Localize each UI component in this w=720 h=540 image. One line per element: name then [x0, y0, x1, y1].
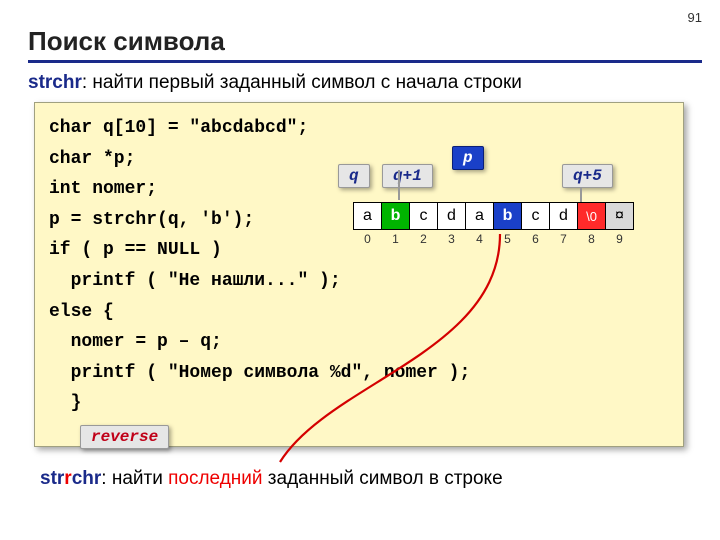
- cell-7: d: [549, 202, 578, 230]
- label-q-plus-1: q+1: [382, 164, 433, 188]
- q1-callout-tail: [398, 170, 400, 200]
- page-number: 91: [688, 10, 702, 25]
- code-block: char q[10] = "abcdabcd"; char *p; int no…: [34, 102, 684, 447]
- idx-5: 5: [493, 232, 522, 246]
- label-reverse: reverse: [80, 425, 169, 449]
- idx-3: 3: [437, 232, 466, 246]
- idx-0: 0: [353, 232, 382, 246]
- strchr-description: strchr: найти первый заданный символ с н…: [28, 72, 522, 94]
- page-title: Поиск символа: [28, 26, 225, 57]
- label-q: q: [338, 164, 370, 188]
- cell-0: a: [353, 202, 382, 230]
- strrchr-description: strrchr: найти последний заданный символ…: [40, 468, 503, 490]
- label-p: p: [452, 146, 484, 170]
- cell-8: \0: [577, 202, 606, 230]
- strchr-name: strchr: [28, 72, 82, 93]
- cell-5: b: [493, 202, 522, 230]
- idx-6: 6: [521, 232, 550, 246]
- strrchr-name: strrchr: [40, 468, 101, 489]
- memory-indices: 0 1 2 3 4 5 6 7 8 9: [354, 232, 634, 246]
- title-rule: [28, 60, 702, 63]
- strrchr-text-before: : найти: [101, 468, 168, 489]
- idx-2: 2: [409, 232, 438, 246]
- strrchr-text-red: последний: [168, 468, 262, 489]
- cell-3: d: [437, 202, 466, 230]
- idx-1: 1: [381, 232, 410, 246]
- idx-8: 8: [577, 232, 606, 246]
- q5-callout-tail: [580, 188, 582, 202]
- label-q-plus-5: q+5: [562, 164, 613, 188]
- strrchr-text-after: заданный символ в строке: [263, 468, 503, 489]
- cell-2: c: [409, 202, 438, 230]
- memory-array: a b c d a b c d \0 ¤: [354, 202, 634, 230]
- idx-7: 7: [549, 232, 578, 246]
- idx-4: 4: [465, 232, 494, 246]
- cell-9: ¤: [605, 202, 634, 230]
- cell-6: c: [521, 202, 550, 230]
- strchr-text: : найти первый заданный символ с начала …: [82, 72, 522, 93]
- idx-9: 9: [605, 232, 634, 246]
- cell-4: a: [465, 202, 494, 230]
- cell-1: b: [381, 202, 410, 230]
